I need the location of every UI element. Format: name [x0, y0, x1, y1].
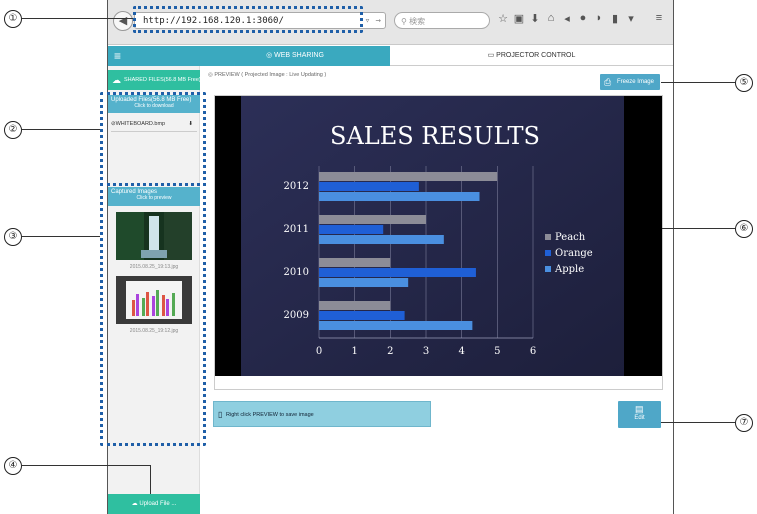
leader-line: [150, 465, 151, 494]
shared-files-label: SHARED FILES: [124, 77, 164, 83]
captured-images-highlight-box: [100, 183, 206, 446]
leader-line: [22, 465, 150, 466]
projector-icon: ▭: [487, 52, 497, 59]
chart-title: SALES RESULTS: [330, 122, 540, 150]
bar-peach: [319, 172, 498, 181]
y-tick-label: 2011: [284, 224, 309, 235]
search-placeholder: 検索: [409, 17, 426, 26]
x-tick-label: 0: [316, 346, 322, 357]
freeze-image-button[interactable]: ⎙ Freeze Image: [600, 74, 660, 90]
callout-7: ⑦: [735, 414, 753, 432]
chat-icon[interactable]: ●: [576, 12, 590, 24]
uploaded-files-highlight-box: [100, 92, 206, 186]
bar-apple: [319, 235, 444, 244]
y-tick-label: 2012: [284, 181, 309, 192]
star-icon[interactable]: ☆: [496, 12, 510, 25]
leader-line: [661, 422, 735, 423]
legend-label: Orange: [555, 248, 593, 259]
preview-text: PREVIEW ( Projected Image : Live Updatin…: [214, 72, 327, 78]
projected-slide: SALES RESULTS 0 1 2 3 4 5 6 2009 2010 2011 2012 Pea…: [215, 96, 662, 376]
legend-swatch: [545, 234, 551, 240]
leader-line: [22, 236, 100, 237]
menu-icon[interactable]: ≡: [108, 46, 200, 66]
x-tick-label: 3: [423, 346, 429, 357]
callout-6: ⑥: [735, 220, 753, 238]
url-highlight-box: [133, 6, 363, 33]
mouse-icon: ▯: [218, 410, 223, 419]
home-icon[interactable]: ⌂: [544, 12, 558, 24]
clipboard-icon[interactable]: ▣: [512, 12, 526, 25]
callout-3: ③: [4, 228, 22, 246]
extension-icon[interactable]: ◗: [592, 12, 606, 24]
bar-peach: [319, 301, 391, 310]
legend-swatch: [545, 250, 551, 256]
tab-web-sharing[interactable]: ◎ WEB SHARING: [200, 46, 390, 66]
hamburger-menu-icon[interactable]: ≡: [652, 12, 666, 24]
download-icon[interactable]: ⬇: [528, 12, 542, 25]
bar-peach: [319, 258, 391, 267]
legend-label: Peach: [555, 232, 586, 243]
bar-apple: [319, 321, 473, 330]
dropdown-icon[interactable]: ▾: [624, 12, 638, 25]
shared-files-header[interactable]: ☁ SHARED FILES(56.8 MB Free): [108, 70, 201, 90]
battery-icon[interactable]: ▮: [608, 12, 622, 25]
tab-web-label: WEB SHARING: [274, 52, 324, 59]
leader-line: [22, 18, 133, 19]
legend-label: Apple: [554, 264, 584, 275]
tab-projector-control[interactable]: ▭ PROJECTOR CONTROL: [390, 46, 673, 66]
upload-label: Upload File ...: [139, 501, 177, 507]
bar-peach: [319, 215, 426, 224]
back-button[interactable]: ◀: [113, 11, 133, 31]
edit-icon: ▤: [635, 404, 644, 414]
reload-arrow-icon[interactable]: ▿ →: [365, 13, 381, 30]
legend-swatch: [545, 266, 551, 272]
magnifier-icon: ⚲: [401, 17, 410, 26]
edit-label: Edit: [634, 415, 645, 421]
freeze-icon: ⎙: [604, 77, 612, 87]
leader-line: [22, 129, 100, 130]
shared-files-size: (56.8 MB Free): [163, 77, 201, 83]
x-tick-label: 1: [351, 346, 357, 357]
leader-line: [661, 82, 735, 83]
callout-5: ⑤: [735, 74, 753, 92]
x-tick-label: 6: [530, 346, 536, 357]
send-icon[interactable]: ◂: [560, 12, 574, 25]
bar-apple: [319, 278, 409, 287]
bar-orange: [319, 311, 405, 320]
upload-file-button[interactable]: ☁ Upload File ...: [108, 494, 200, 514]
edit-button[interactable]: ▤ Edit: [618, 401, 661, 428]
search-input[interactable]: ⚲ 検索: [394, 12, 490, 29]
x-tick-label: 4: [458, 346, 464, 357]
bar-orange: [319, 268, 476, 277]
tab-projector-label: PROJECTOR CONTROL: [496, 52, 576, 59]
callout-4: ④: [4, 457, 22, 475]
globe-icon: ◎: [266, 52, 275, 59]
callout-2: ②: [4, 121, 22, 139]
leader-line: [662, 228, 735, 229]
preview-label: ◎ PREVIEW ( Projected Image : Live Updat…: [208, 72, 326, 78]
save-hint-text: Right click PREVIEW to save image: [226, 412, 314, 418]
y-tick-label: 2009: [284, 310, 309, 321]
y-tick-label: 2010: [284, 267, 309, 278]
x-tick-label: 2: [387, 346, 393, 357]
save-hint-panel: ▯ Right click PREVIEW to save image: [213, 401, 431, 427]
bar-orange: [319, 182, 419, 191]
callout-1: ①: [4, 10, 22, 28]
cloud-icon: ☁: [112, 75, 121, 85]
x-tick-label: 5: [494, 346, 500, 357]
sales-chart: SALES RESULTS 0 1 2 3 4 5 6 2009 2010 2011 2012 Pea…: [215, 96, 662, 376]
preview-area[interactable]: SALES RESULTS 0 1 2 3 4 5 6 2009 2010 2011 2012 Pea…: [214, 95, 663, 390]
bar-apple: [319, 192, 480, 201]
bar-orange: [319, 225, 384, 234]
freeze-label: Freeze Image: [616, 79, 654, 85]
app-header: ≡ ◎ WEB SHARING ▭ PROJECTOR CONTROL: [108, 46, 673, 66]
